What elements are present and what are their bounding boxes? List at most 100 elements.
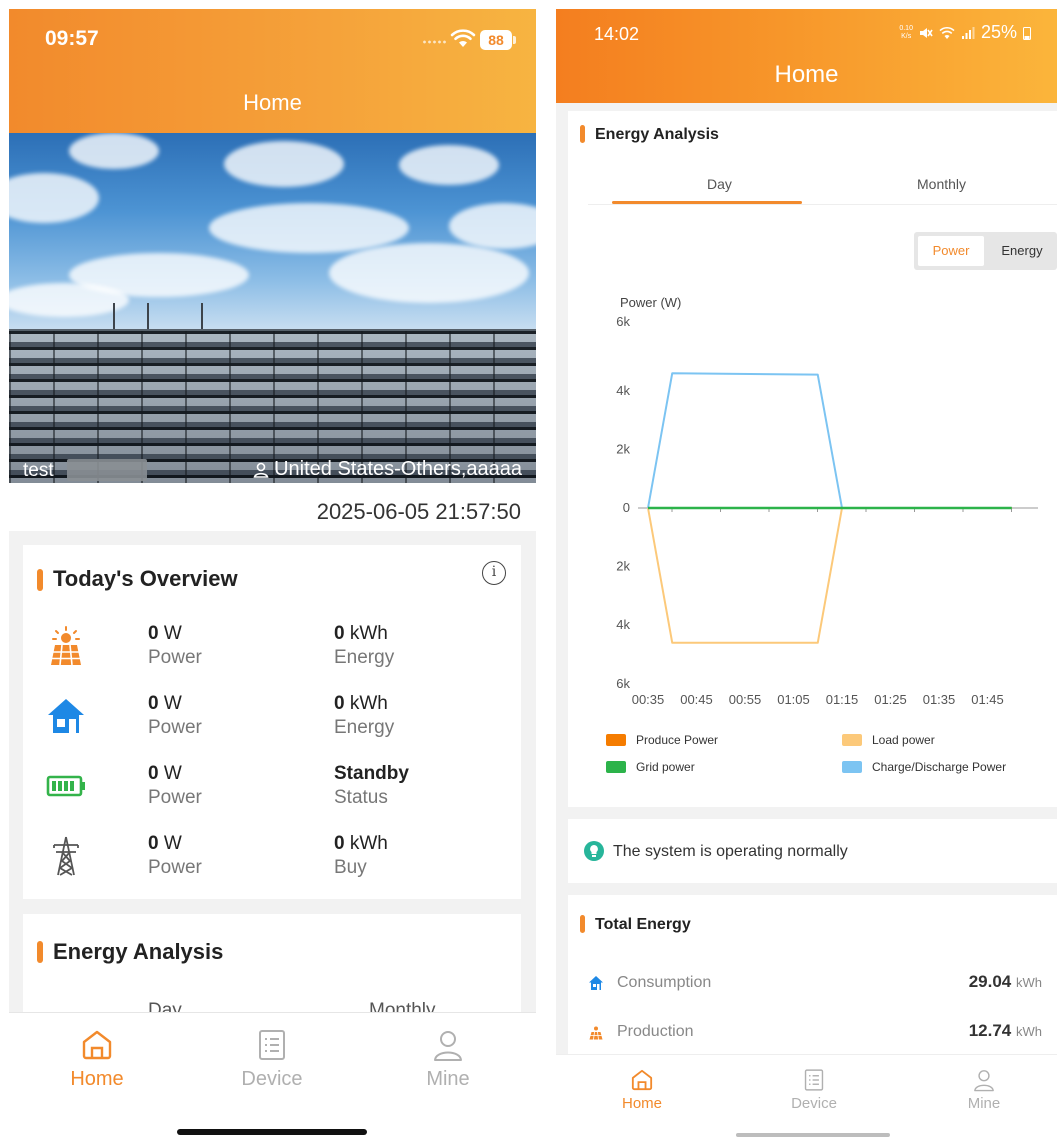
- x-tick-label: 00:45: [680, 692, 713, 707]
- bulb-icon: [584, 841, 604, 861]
- toggle-power[interactable]: Power: [918, 236, 984, 266]
- grid-power-label: Power: [148, 857, 202, 878]
- x-tick-label: 01:25: [874, 692, 907, 707]
- user-pin-icon: [253, 462, 269, 478]
- device-list-icon: [804, 1069, 824, 1091]
- nav-mine[interactable]: Mine: [934, 1068, 1034, 1112]
- home-icon: [631, 1069, 653, 1091]
- section-marker: [37, 941, 43, 963]
- solar-power-value: 0: [148, 623, 159, 644]
- right-phone-screen: 14:02 0.10 K/s 25% Home Energy Analysis …: [556, 9, 1057, 1137]
- period-tabs: Day Monthly: [588, 165, 1057, 205]
- overview-row-home: 0 W Power 0 kWh Energy: [23, 689, 521, 751]
- consumption-number: 29.04: [968, 972, 1012, 991]
- redacted-name: [67, 459, 147, 481]
- consumption-label: Consumption: [617, 974, 712, 991]
- nav-mine-label: Mine: [967, 1095, 1001, 1112]
- battery-power-value: 0: [148, 763, 159, 784]
- total-energy-title: Total Energy: [595, 916, 691, 933]
- power-chart: Power (W)6k4k2k02k4k6k00:35 00:45 00:55 01:…: [616, 295, 1038, 707]
- bottom-nav: Home Device Mine: [9, 1012, 536, 1137]
- nav-home[interactable]: Home: [37, 1028, 157, 1091]
- top-bar: 14:02 0.10 K/s 25% Home: [556, 9, 1057, 103]
- page-title: Home: [243, 90, 302, 115]
- network-speed: 0.10 K/s: [899, 25, 913, 41]
- battery-level: 25%: [980, 22, 1017, 42]
- toggle-energy[interactable]: Energy: [992, 236, 1052, 266]
- nav-device[interactable]: Device: [764, 1068, 864, 1112]
- user-icon: [434, 1031, 462, 1061]
- update-time-bar: 2025-06-05 21:57:50: [9, 483, 536, 531]
- consumption-value: 29.04 kWh: [969, 972, 1042, 992]
- total-energy-card: Total Energy Consumption 29.04 kWh Produ…: [568, 895, 1057, 1065]
- network-speed-unit: K/s: [901, 32, 912, 40]
- user-icon: [974, 1070, 994, 1092]
- tab-monthly[interactable]: Monthly: [917, 176, 966, 192]
- nav-device-label: Device: [791, 1095, 837, 1112]
- nav-home[interactable]: Home: [592, 1068, 692, 1112]
- update-datetime: 2025-06-05 21:57:50: [316, 499, 521, 524]
- nav-mine[interactable]: Mine: [388, 1028, 508, 1091]
- battery-level: 88: [480, 30, 516, 50]
- todays-overview-card: Today's Overview i 0 W Power 0 kWh Energ…: [23, 545, 521, 899]
- device-list-icon: [259, 1030, 285, 1060]
- status-icons: 0.10 K/s 25%: [899, 22, 1031, 43]
- battery-power-unit: W: [163, 763, 182, 784]
- solar-energy-value: 0: [334, 623, 345, 644]
- battery-status-label: Status: [334, 787, 388, 808]
- home-energy-unit: kWh: [349, 693, 388, 714]
- grid-tower-icon: [53, 836, 79, 876]
- section-marker: [580, 915, 585, 933]
- nav-device[interactable]: Device: [212, 1028, 332, 1091]
- overview-title: Today's Overview: [53, 566, 238, 591]
- home-energy-label: Energy: [334, 717, 395, 738]
- overview-row-battery: 0 W Power Standby Status: [23, 759, 521, 821]
- home-icon: [82, 1030, 112, 1060]
- y-tick-label: 6k: [616, 676, 630, 691]
- page-title: Home: [774, 61, 839, 88]
- production-row: Production 12.74 kWh: [568, 1019, 1057, 1047]
- battery-status-value: Standby: [334, 763, 409, 784]
- series-line-load-power: [647, 507, 1012, 644]
- production-number: 12.74: [968, 1021, 1012, 1040]
- x-tick-label: 00:35: [632, 692, 665, 707]
- energy-analysis-title: Energy Analysis: [595, 126, 719, 143]
- nav-home-label: Home: [70, 1068, 124, 1090]
- grid-buy-label: Buy: [334, 857, 367, 878]
- status-time: 14:02: [594, 24, 640, 44]
- grid-buy-value: 0: [334, 833, 345, 854]
- nav-mine-label: Mine: [426, 1068, 470, 1090]
- section-marker: [37, 569, 43, 591]
- house-icon: [589, 976, 603, 990]
- tab-day[interactable]: Day: [707, 176, 732, 192]
- chart-legend: Produce Power Load power Grid power Char…: [568, 731, 1057, 781]
- home-indicator: [177, 1129, 367, 1135]
- network-speed-value: 0.10: [899, 24, 913, 32]
- y-tick-label: 0: [623, 500, 630, 515]
- grid-power-value: 0: [148, 833, 159, 854]
- status-time: 09:57: [45, 27, 99, 50]
- home-power-value: 0: [148, 693, 159, 714]
- wifi-icon: [939, 26, 955, 39]
- system-status-text: The system is operating normally: [613, 843, 848, 860]
- nav-home-label: Home: [621, 1095, 662, 1112]
- production-value: 12.74 kWh: [969, 1021, 1042, 1041]
- active-tab-indicator: [612, 201, 802, 204]
- legend-label: Grid power: [636, 760, 695, 774]
- grid-buy-unit: kWh: [349, 833, 388, 854]
- house-icon: [48, 699, 84, 733]
- solar-energy-label: Energy: [334, 647, 395, 668]
- info-icon[interactable]: i: [482, 561, 506, 585]
- home-power-label: Power: [148, 717, 202, 738]
- overview-row-grid: 0 W Power 0 kWh Buy: [23, 829, 521, 891]
- power-energy-toggle: Power Energy: [914, 232, 1057, 270]
- section-marker: [580, 125, 585, 143]
- legend-swatch: [606, 734, 626, 746]
- system-status-card: The system is operating normally: [568, 819, 1057, 883]
- plant-name: test: [23, 460, 54, 481]
- legend-label: Load power: [872, 733, 935, 747]
- signal-icon: [961, 26, 975, 39]
- nav-device-label: Device: [241, 1068, 303, 1090]
- x-tick-label: 00:55: [729, 692, 762, 707]
- legend-grid-power: Grid power: [606, 760, 695, 774]
